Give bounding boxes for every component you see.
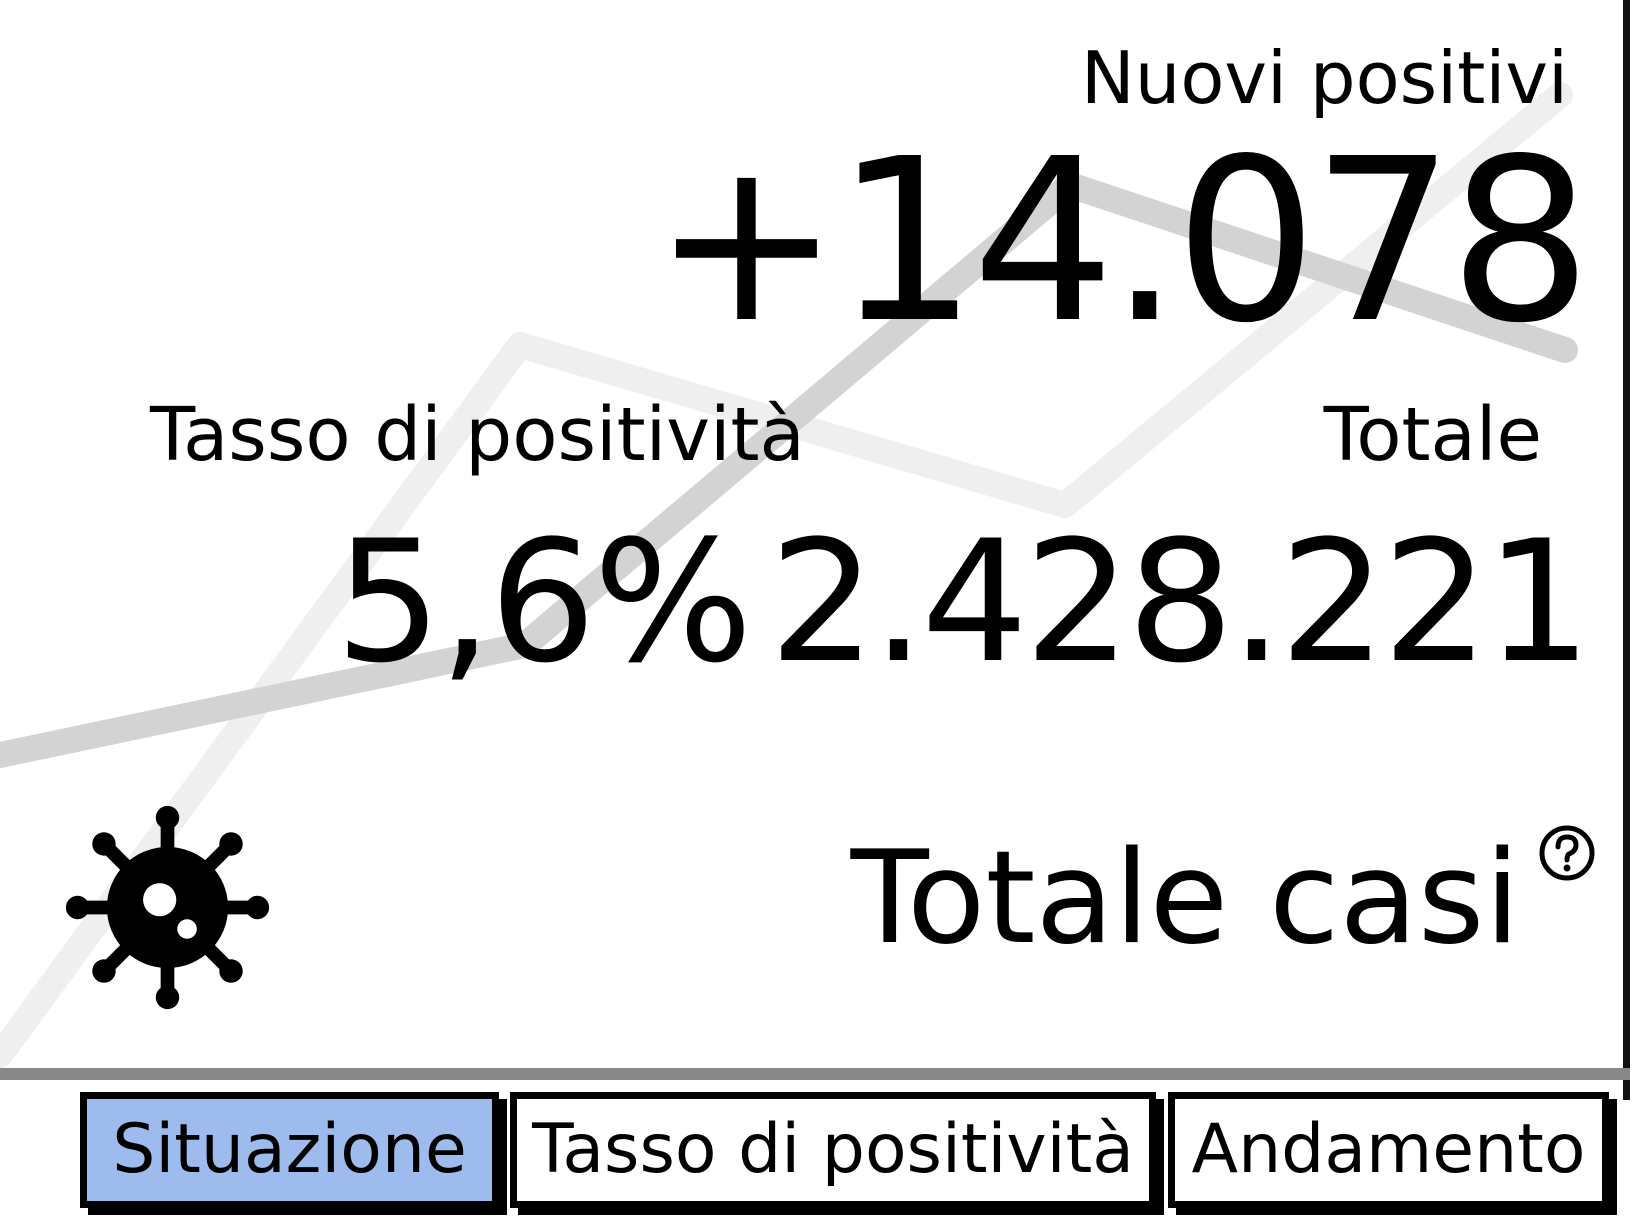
virus-icon [65, 805, 270, 1010]
positivity-rate-value: 5,6% [335, 504, 753, 700]
tab-bar: Situazione Tasso di positività Andamento [0, 1080, 1638, 1218]
total-cases-title: Totale casi [850, 824, 1520, 973]
situation-panel: Nuovi positivi +14.078 Tasso di positivi… [0, 0, 1638, 1218]
total-label: Totale [1323, 392, 1542, 478]
positivity-rate-label: Tasso di positività [150, 392, 805, 478]
new-positive-label: Nuovi positivi [1080, 36, 1568, 120]
total-value: 2.428.221 [768, 504, 1592, 700]
question-circle-icon[interactable] [1537, 823, 1597, 883]
panel-right-border [1623, 0, 1630, 1100]
tab-situazione[interactable]: Situazione [80, 1092, 499, 1208]
tab-andamento[interactable]: Andamento [1168, 1092, 1609, 1208]
panel-bottom-border [0, 1068, 1630, 1080]
new-positive-value: +14.078 [652, 111, 1592, 373]
tab-tasso-di-positivita[interactable]: Tasso di positività [510, 1092, 1156, 1208]
